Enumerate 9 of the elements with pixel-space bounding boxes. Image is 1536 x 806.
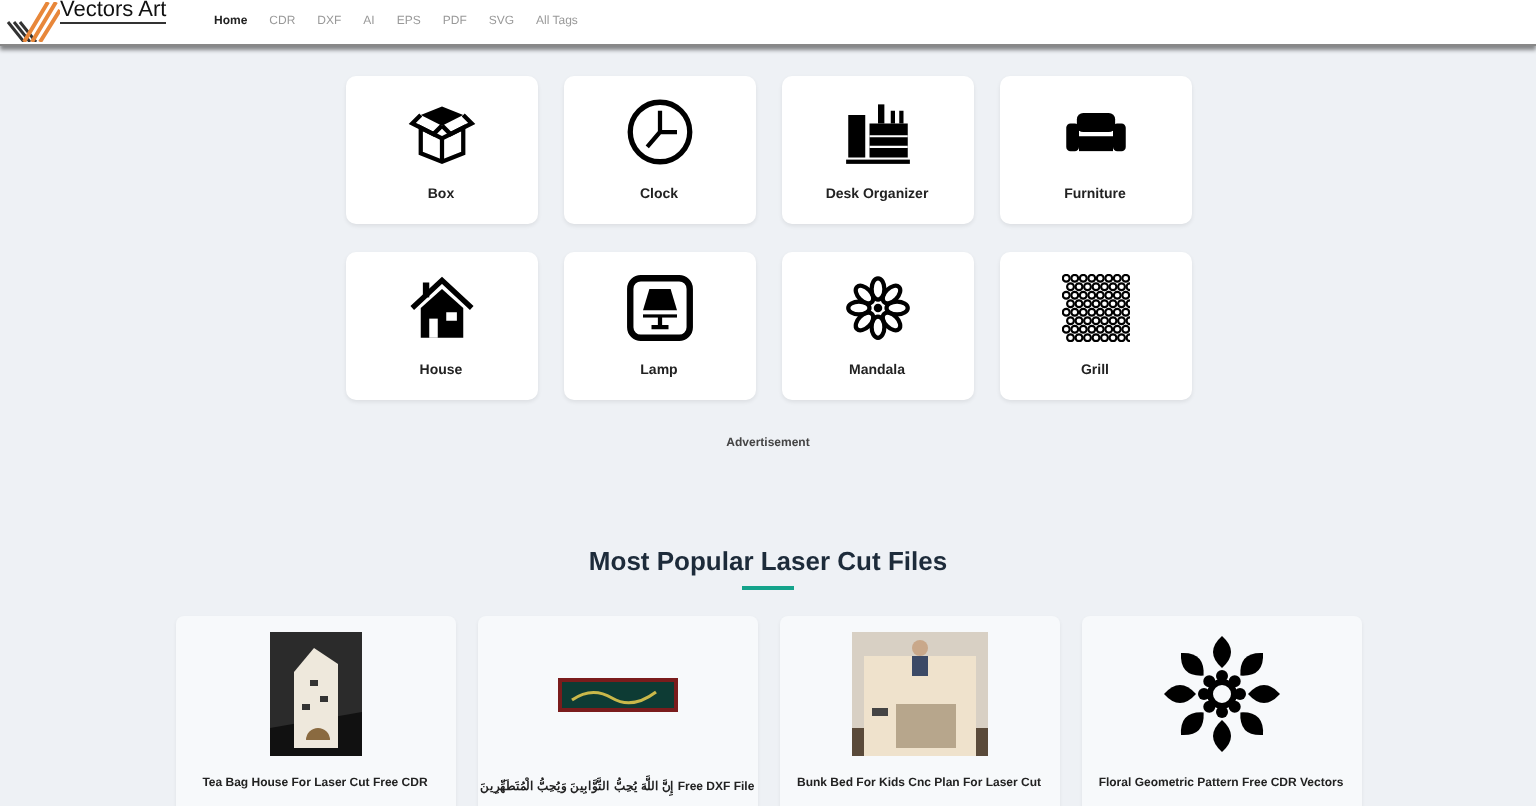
clock-icon xyxy=(625,98,693,166)
mesh-pattern-icon xyxy=(1061,274,1129,342)
desk-organizer-icon xyxy=(843,98,911,166)
lamp-icon xyxy=(625,274,693,342)
flower-icon xyxy=(843,274,911,342)
logo-icon xyxy=(4,2,60,42)
house-icon xyxy=(407,274,475,342)
section-heading: Most Popular Laser Cut Files xyxy=(586,546,950,576)
site-logo-link[interactable]: Vectors Art xyxy=(60,0,167,24)
